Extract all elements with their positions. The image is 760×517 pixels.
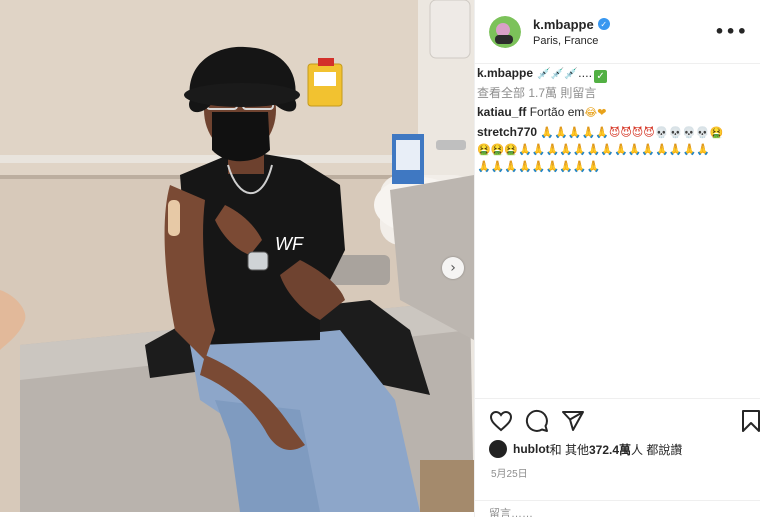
- post-side-panel: k.mbappe ✓ Paris, France ••• k.mbappe 💉💉💉…: [474, 0, 760, 517]
- bookmark-icon[interactable]: [739, 409, 760, 433]
- view-all-comments-link[interactable]: 查看全部 1.7萬 則留言: [477, 85, 750, 101]
- shirt-logo: WF: [275, 234, 304, 254]
- likes-suffix: 人 都說讚: [631, 442, 683, 457]
- more-options-icon[interactable]: •••: [714, 22, 748, 41]
- heart-icon[interactable]: [489, 409, 513, 433]
- post-header: k.mbappe ✓ Paris, France •••: [475, 0, 760, 64]
- praying-hands-icon: 🙏🙏🙏🙏🙏🙏🙏🙏🙏: [477, 160, 601, 173]
- comment-item: katiau_ff Fortão em😂❤: [477, 104, 750, 121]
- praying-hands-icon: 🙏🙏🙏🙏🙏: [540, 126, 609, 139]
- likes-connector: 和 其他: [549, 442, 589, 457]
- comment-icon[interactable]: [525, 409, 549, 433]
- avatar-image: [489, 15, 521, 48]
- share-icon[interactable]: [561, 409, 585, 433]
- devil-icon: 😈😈😈😈: [608, 126, 655, 139]
- verified-badge-icon: ✓: [597, 18, 610, 30]
- liker-avatar[interactable]: [489, 440, 507, 458]
- likes-count[interactable]: 372.4萬: [589, 441, 631, 458]
- comments-section: k.mbappe 💉💉💉.... ✓ 查看全部 1.7萬 則留言 katiau_ff…: [475, 65, 760, 175]
- photo-illustration: WF: [0, 0, 474, 512]
- chevron-right-icon: ›: [450, 260, 456, 276]
- vomit-face-icon: 🤮🤮🤮: [477, 143, 519, 156]
- liker-username[interactable]: hublot: [513, 442, 550, 456]
- caption: k.mbappe 💉💉💉.... ✓: [477, 65, 750, 83]
- check-mark-icon: ✓: [594, 70, 608, 83]
- comment-text: Fortão em: [529, 105, 585, 119]
- post-date[interactable]: 5月25日: [491, 465, 528, 480]
- likes-summary: hublot 和 其他 372.4萬 人 都說讚: [489, 440, 682, 458]
- caption-username[interactable]: k.mbappe: [477, 66, 533, 80]
- laugh-heart-icon: 😂❤: [584, 106, 607, 119]
- praying-hands-icon: 🙏🙏🙏🙏🙏🙏🙏🙏🙏🙏🙏🙏🙏🙏: [518, 143, 710, 156]
- profile-avatar[interactable]: [489, 15, 521, 48]
- comment-username[interactable]: stretch770: [477, 125, 537, 139]
- post-username[interactable]: k.mbappe: [533, 17, 594, 32]
- add-comment-input[interactable]: 留言……: [475, 500, 760, 517]
- comment-username[interactable]: katiau_ff: [477, 105, 526, 119]
- post-location[interactable]: Paris, France: [533, 35, 714, 47]
- skull-icon: 💀💀💀💀: [654, 126, 710, 139]
- comment-item: stretch770 🙏🙏🙏🙏🙏😈😈😈😈💀💀💀💀🤮 🤮🤮🤮🙏🙏🙏🙏🙏🙏🙏🙏🙏🙏🙏…: [477, 124, 750, 175]
- carousel-next-button[interactable]: ›: [442, 257, 464, 279]
- post-actions-bar: [475, 398, 760, 442]
- post-photo[interactable]: WF ›: [0, 0, 474, 512]
- vomit-face-icon: 🤮: [709, 126, 724, 139]
- syringe-icon: 💉💉💉....: [537, 67, 593, 80]
